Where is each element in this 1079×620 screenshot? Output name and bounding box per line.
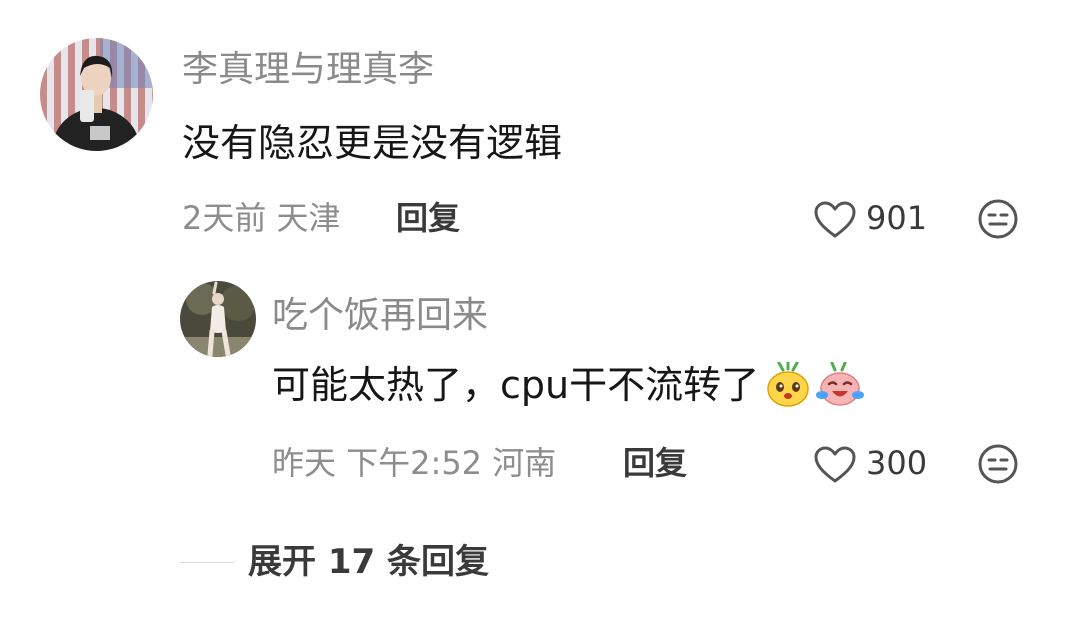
commenter-username[interactable]: 李真理与理真李 (182, 48, 434, 92)
pineapple-face-emoji (765, 362, 811, 408)
reply-like-count: 300 (866, 444, 928, 482)
comment-meta: 2天前 天津 (182, 199, 341, 237)
replier-username[interactable]: 吃个饭再回来 (272, 294, 488, 338)
reply-meta: 昨天 下午2:52 河南 (272, 444, 557, 482)
replier-avatar[interactable] (180, 281, 256, 357)
expand-divider (180, 562, 234, 563)
reply-text: 可能太热了，cpu干不流转了 (272, 363, 760, 407)
like-count: 901 (866, 199, 928, 237)
reply-reply-button[interactable]: 回复 (623, 443, 687, 483)
heart-outline-icon[interactable] (813, 200, 857, 240)
neutral-face-icon[interactable] (977, 443, 1019, 485)
crying-laughing-face-emoji (815, 362, 865, 408)
expand-replies-button[interactable]: 展开 17 条回复 (248, 540, 489, 584)
heart-outline-icon[interactable] (813, 445, 857, 485)
reply-text-row: 可能太热了，cpu干不流转了 (272, 362, 865, 408)
commenter-avatar[interactable] (40, 38, 153, 151)
reply-button[interactable]: 回复 (396, 198, 460, 238)
neutral-face-icon[interactable] (977, 198, 1019, 240)
comment-text: 没有隐忍更是没有逻辑 (182, 121, 563, 165)
